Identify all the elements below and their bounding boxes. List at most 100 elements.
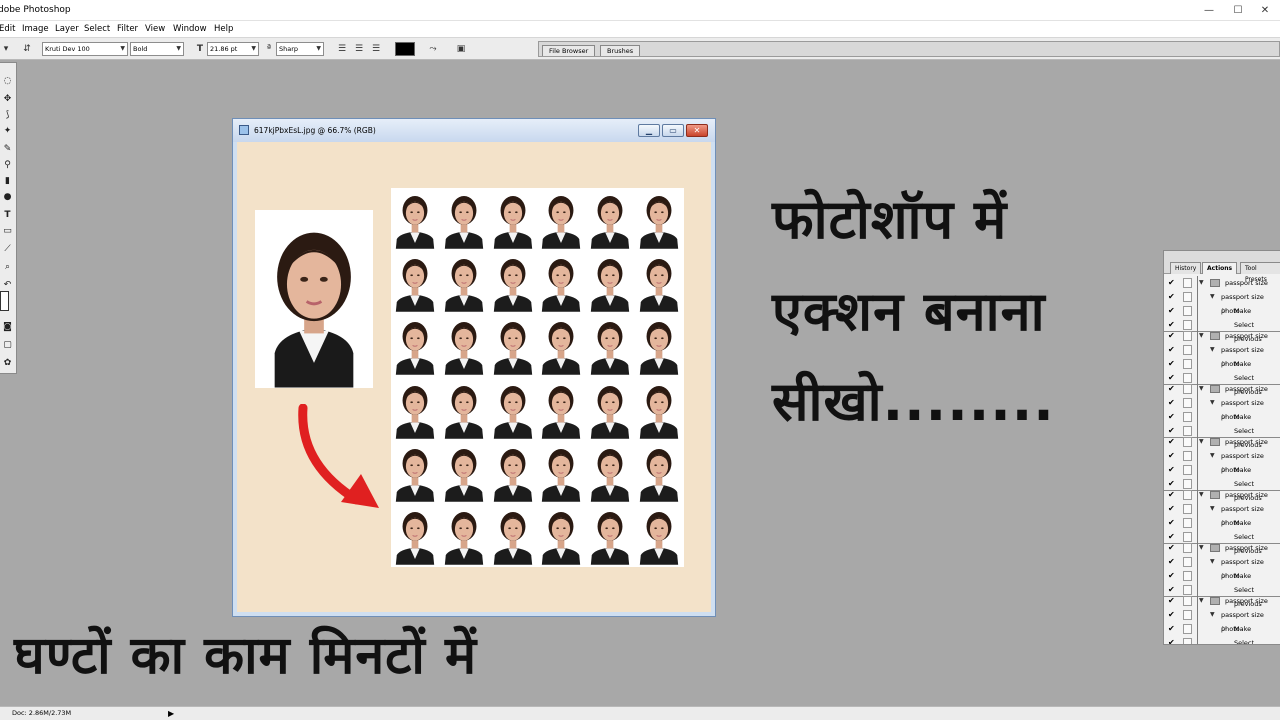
eyedropper-tool-icon[interactable]: ⟋: [1, 243, 14, 256]
expand-triangle-icon[interactable]: ▼: [1210, 449, 1215, 463]
action-row-action[interactable]: ✔ ▼ passport size photo: [1164, 290, 1280, 315]
doc-close-button[interactable]: ✕: [686, 124, 708, 137]
font-family-select[interactable]: Kruti Dev 100 ▼: [42, 42, 128, 56]
expand-triangle-icon[interactable]: ▼: [1210, 290, 1215, 304]
action-row-set[interactable]: ✔ ▼ passport size: [1164, 382, 1280, 396]
checkmark-icon[interactable]: ✔: [1168, 639, 1176, 645]
dialog-toggle-box[interactable]: [1183, 412, 1192, 422]
checkmark-icon[interactable]: ✔: [1168, 519, 1176, 527]
expand-triangle-icon[interactable]: ▼: [1210, 396, 1215, 410]
type-tool-icon[interactable]: T: [1, 209, 14, 222]
checkmark-icon[interactable]: ✔: [1168, 491, 1176, 499]
action-row-set[interactable]: ✔ ▼ passport size: [1164, 435, 1280, 449]
dialog-toggle-box[interactable]: [1183, 331, 1192, 341]
expand-triangle-icon[interactable]: ▼: [1210, 502, 1215, 516]
status-menu-arrow-icon[interactable]: ▶: [168, 707, 174, 720]
background-color-swatch[interactable]: [0, 291, 9, 311]
checkmark-icon[interactable]: ✔: [1168, 505, 1176, 513]
dialog-toggle-box[interactable]: [1183, 278, 1192, 288]
expand-triangle-icon[interactable]: ▼: [1199, 329, 1204, 343]
expand-triangle-icon[interactable]: ▼: [1199, 435, 1204, 449]
dialog-toggle-box[interactable]: [1183, 398, 1192, 408]
action-row-step[interactable]: ✔ ▷ Make: [1164, 304, 1280, 318]
checkmark-icon[interactable]: ✔: [1168, 586, 1176, 594]
tab-file-browser[interactable]: File Browser: [542, 45, 596, 56]
action-row-step[interactable]: ✔ ▷ Make: [1164, 410, 1280, 424]
dialog-toggle-box[interactable]: [1183, 557, 1192, 567]
move-tool-icon[interactable]: ✥: [1, 93, 14, 106]
checkmark-icon[interactable]: ✔: [1168, 374, 1176, 382]
menu-window[interactable]: Window: [173, 21, 207, 37]
collapsed-triangle-icon[interactable]: ▷: [1222, 304, 1227, 318]
checkmark-icon[interactable]: ✔: [1168, 572, 1176, 580]
checkmark-icon[interactable]: ✔: [1168, 438, 1176, 446]
align-left-icon[interactable]: ☰: [336, 43, 348, 55]
document-title-bar[interactable]: 617kjPbxEsL.jpg @ 66.7% (RGB) ▁ ▭ ✕: [233, 119, 715, 142]
checkmark-icon[interactable]: ✔: [1168, 279, 1176, 287]
collapsed-triangle-icon[interactable]: ▷: [1222, 357, 1227, 371]
jump-to-icon[interactable]: ✿: [1, 357, 14, 370]
checkmark-icon[interactable]: ✔: [1168, 533, 1176, 541]
checkmark-icon[interactable]: ✔: [1168, 321, 1176, 329]
text-orientation-icon[interactable]: ⇵: [21, 43, 33, 55]
dialog-toggle-box[interactable]: [1183, 638, 1192, 644]
action-row-action[interactable]: ✔ ▼ passport size photo: [1164, 502, 1280, 527]
collapsed-triangle-icon[interactable]: ▷: [1222, 516, 1227, 530]
action-row-set[interactable]: ✔ ▼ passport size: [1164, 594, 1280, 608]
expand-triangle-icon[interactable]: ▼: [1199, 541, 1204, 555]
expand-triangle-icon[interactable]: ▼: [1210, 343, 1215, 357]
checkmark-icon[interactable]: ✔: [1168, 293, 1176, 301]
menu-edit[interactable]: Edit: [0, 21, 15, 37]
checkmark-icon[interactable]: ✔: [1168, 332, 1176, 340]
checkmark-icon[interactable]: ✔: [1168, 399, 1176, 407]
menu-image[interactable]: Image: [22, 21, 49, 37]
quickmask-icon[interactable]: ◙: [1, 321, 14, 334]
checkmark-icon[interactable]: ✔: [1168, 611, 1176, 619]
checkmark-icon[interactable]: ✔: [1168, 360, 1176, 368]
doc-maximize-button[interactable]: ▭: [662, 124, 684, 137]
dialog-toggle-box[interactable]: [1183, 610, 1192, 620]
action-row-set[interactable]: ✔ ▼ passport size: [1164, 329, 1280, 343]
checkmark-icon[interactable]: ✔: [1168, 413, 1176, 421]
dialog-toggle-box[interactable]: [1183, 384, 1192, 394]
dialog-toggle-box[interactable]: [1183, 596, 1192, 606]
action-row-step[interactable]: ✔ ▷ Make: [1164, 569, 1280, 583]
action-row-set[interactable]: ✔ ▼ passport size: [1164, 276, 1280, 290]
dialog-toggle-box[interactable]: [1183, 490, 1192, 500]
expand-triangle-icon[interactable]: ▼: [1199, 594, 1204, 608]
action-row-action[interactable]: ✔ ▼ passport size photo: [1164, 449, 1280, 474]
doc-minimize-button[interactable]: ▁: [638, 124, 660, 137]
checkmark-icon[interactable]: ✔: [1168, 452, 1176, 460]
tab-tool-presets[interactable]: Tool Presets: [1240, 262, 1280, 283]
checkmark-icon[interactable]: ✔: [1168, 427, 1176, 435]
dialog-toggle-box[interactable]: [1183, 543, 1192, 553]
expand-triangle-icon[interactable]: ▼: [1210, 608, 1215, 622]
zoom-tool-icon[interactable]: ⌕: [1, 261, 14, 274]
checkmark-icon[interactable]: ✔: [1168, 480, 1176, 488]
action-row-step[interactable]: ✔ ▷ Make: [1164, 622, 1280, 636]
font-size-select[interactable]: 21.86 pt ▼: [207, 42, 259, 56]
dialog-toggle-box[interactable]: [1183, 306, 1192, 316]
wand-tool-icon[interactable]: ✦: [1, 125, 14, 138]
dialog-toggle-box[interactable]: [1183, 571, 1192, 581]
anti-alias-select[interactable]: Sharp ▼: [276, 42, 324, 56]
image-canvas[interactable]: [237, 142, 711, 612]
marquee-tool-icon[interactable]: ◌: [1, 75, 14, 88]
dialog-toggle-box[interactable]: [1183, 437, 1192, 447]
dialog-toggle-box[interactable]: [1183, 451, 1192, 461]
checkmark-icon[interactable]: ✔: [1168, 544, 1176, 552]
font-style-select[interactable]: Bold ▼: [130, 42, 184, 56]
checkmark-icon[interactable]: ✔: [1168, 385, 1176, 393]
screen-mode-icon[interactable]: ▢: [1, 339, 14, 352]
align-center-icon[interactable]: ☰: [353, 43, 365, 55]
checkmark-icon[interactable]: ✔: [1168, 346, 1176, 354]
menu-filter[interactable]: Filter: [117, 21, 138, 37]
eraser-tool-icon[interactable]: ▮: [1, 175, 14, 188]
menu-select[interactable]: Select: [84, 21, 110, 37]
checkmark-icon[interactable]: ✔: [1168, 307, 1176, 315]
action-row-step[interactable]: ✔ ▷ Make: [1164, 516, 1280, 530]
close-icon[interactable]: ✕: [1252, 0, 1278, 21]
action-row-set[interactable]: ✔ ▼ passport size: [1164, 488, 1280, 502]
tool-preset-icon[interactable]: ▾: [0, 43, 12, 55]
collapsed-triangle-icon[interactable]: ▷: [1222, 569, 1227, 583]
